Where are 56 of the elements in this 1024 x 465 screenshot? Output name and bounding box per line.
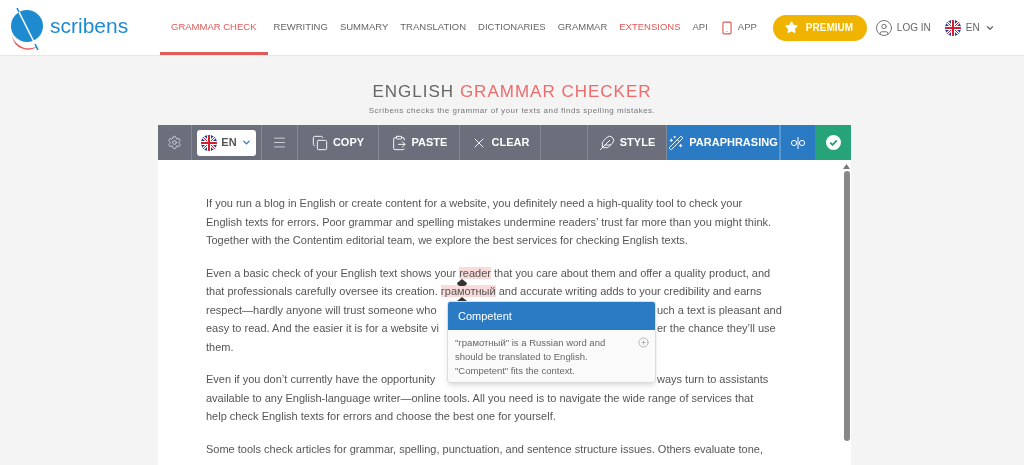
text-line: er the chance they’ll use xyxy=(657,321,776,336)
copy-icon xyxy=(311,134,328,151)
nav-link[interactable]: API xyxy=(686,3,714,55)
nav-link[interactable]: DICTIONARIES xyxy=(472,3,552,55)
check-button[interactable] xyxy=(815,125,851,160)
nav-link[interactable]: EXTENSIONS xyxy=(613,3,687,55)
text-line: If you run a blog in English or create content for a website, you definitely need a high-quality tool to check your xyxy=(206,196,743,211)
caret-icon xyxy=(240,137,252,148)
paraphrasing-button[interactable]: PARAPHRASING xyxy=(667,125,780,160)
text-line: that professionals carefully oversee its creation. грамотный and accurate writing adds to your credibility and earns xyxy=(206,284,762,299)
selection-handle-icon[interactable] xyxy=(457,278,467,286)
text-line: Some tools check articles for grammar, spelling, punctuation, and sentence structure issues. Others evaluate tone, xyxy=(206,441,763,456)
editor[interactable] xyxy=(158,160,851,465)
text-line: English texts for errors. Poor grammar and spelling mistakes undermine readers’ trust far more than you might think. xyxy=(206,214,772,229)
page-subtitle: Scribens checks the grammar of your texts and finds spelling mistakes. xyxy=(368,105,656,117)
error-highlight[interactable]: грамотный xyxy=(440,285,496,298)
flag-icon xyxy=(944,19,961,36)
text-line: Even a basic check of your English text shows your reader that you care about them and offer a quality product, and xyxy=(206,265,771,280)
logo-text[interactable]: scribens xyxy=(50,15,129,40)
clipboard-icon xyxy=(390,134,407,151)
page-title: ENGLISH GRAMMAR CHECKER xyxy=(372,82,652,102)
language-menu[interactable]: EN xyxy=(944,19,995,36)
star-icon xyxy=(784,21,798,34)
compare-button[interactable] xyxy=(780,125,815,160)
text-line: easy to read. And the easier it is for a website vi xyxy=(206,321,439,336)
flag-icon xyxy=(201,134,218,151)
nav-link[interactable]: APP xyxy=(713,3,763,55)
add-icon[interactable] xyxy=(638,337,649,348)
menu-icon xyxy=(272,135,287,150)
nav-link[interactable]: GRAMMAR CHECK xyxy=(160,3,268,55)
error-highlight[interactable]: reader xyxy=(459,266,491,279)
check-icon xyxy=(825,135,841,150)
phone-icon xyxy=(719,20,734,35)
login-link[interactable]: LOG IN xyxy=(874,18,931,37)
nav-link[interactable]: SUMMARY xyxy=(333,3,395,55)
wand-icon xyxy=(668,134,685,151)
text-line: available to any English-language writer—online tools. All you need is to navigate the wide range of services that xyxy=(206,390,754,405)
text-line: help check English texts for errors and choose the best one for yourself. xyxy=(206,409,556,424)
suggestion-message: "грамотный" is a Russian word and should be translated to English. "Competent" fits the context. xyxy=(455,336,607,378)
text-line: Even if you don’t currently have the opportunity xyxy=(206,372,436,387)
text-line: uch a text is pleasant and xyxy=(657,302,782,317)
suggestion-option[interactable]: Competent xyxy=(448,302,655,330)
settings-icon xyxy=(167,135,182,150)
nav-link[interactable]: GRAMMAR xyxy=(551,3,614,55)
text-line: Together with the Contentim editorial team, we explore the best services for checking English texts. xyxy=(206,233,688,248)
nav-link[interactable]: TRANSLATION xyxy=(394,3,473,55)
text-line: them. xyxy=(206,339,234,354)
compare-icon xyxy=(790,135,806,150)
feather-icon xyxy=(598,134,615,151)
text-line: respect—hardly anyone will trust someone who xyxy=(206,302,437,317)
text-line: ways turn to assistants xyxy=(657,372,769,387)
language-select[interactable]: EN xyxy=(197,129,256,156)
logo-icon xyxy=(8,5,44,50)
scroll-up-icon[interactable] xyxy=(843,164,850,169)
user-icon xyxy=(874,18,893,37)
nav-link[interactable]: REWRITING xyxy=(267,3,334,55)
